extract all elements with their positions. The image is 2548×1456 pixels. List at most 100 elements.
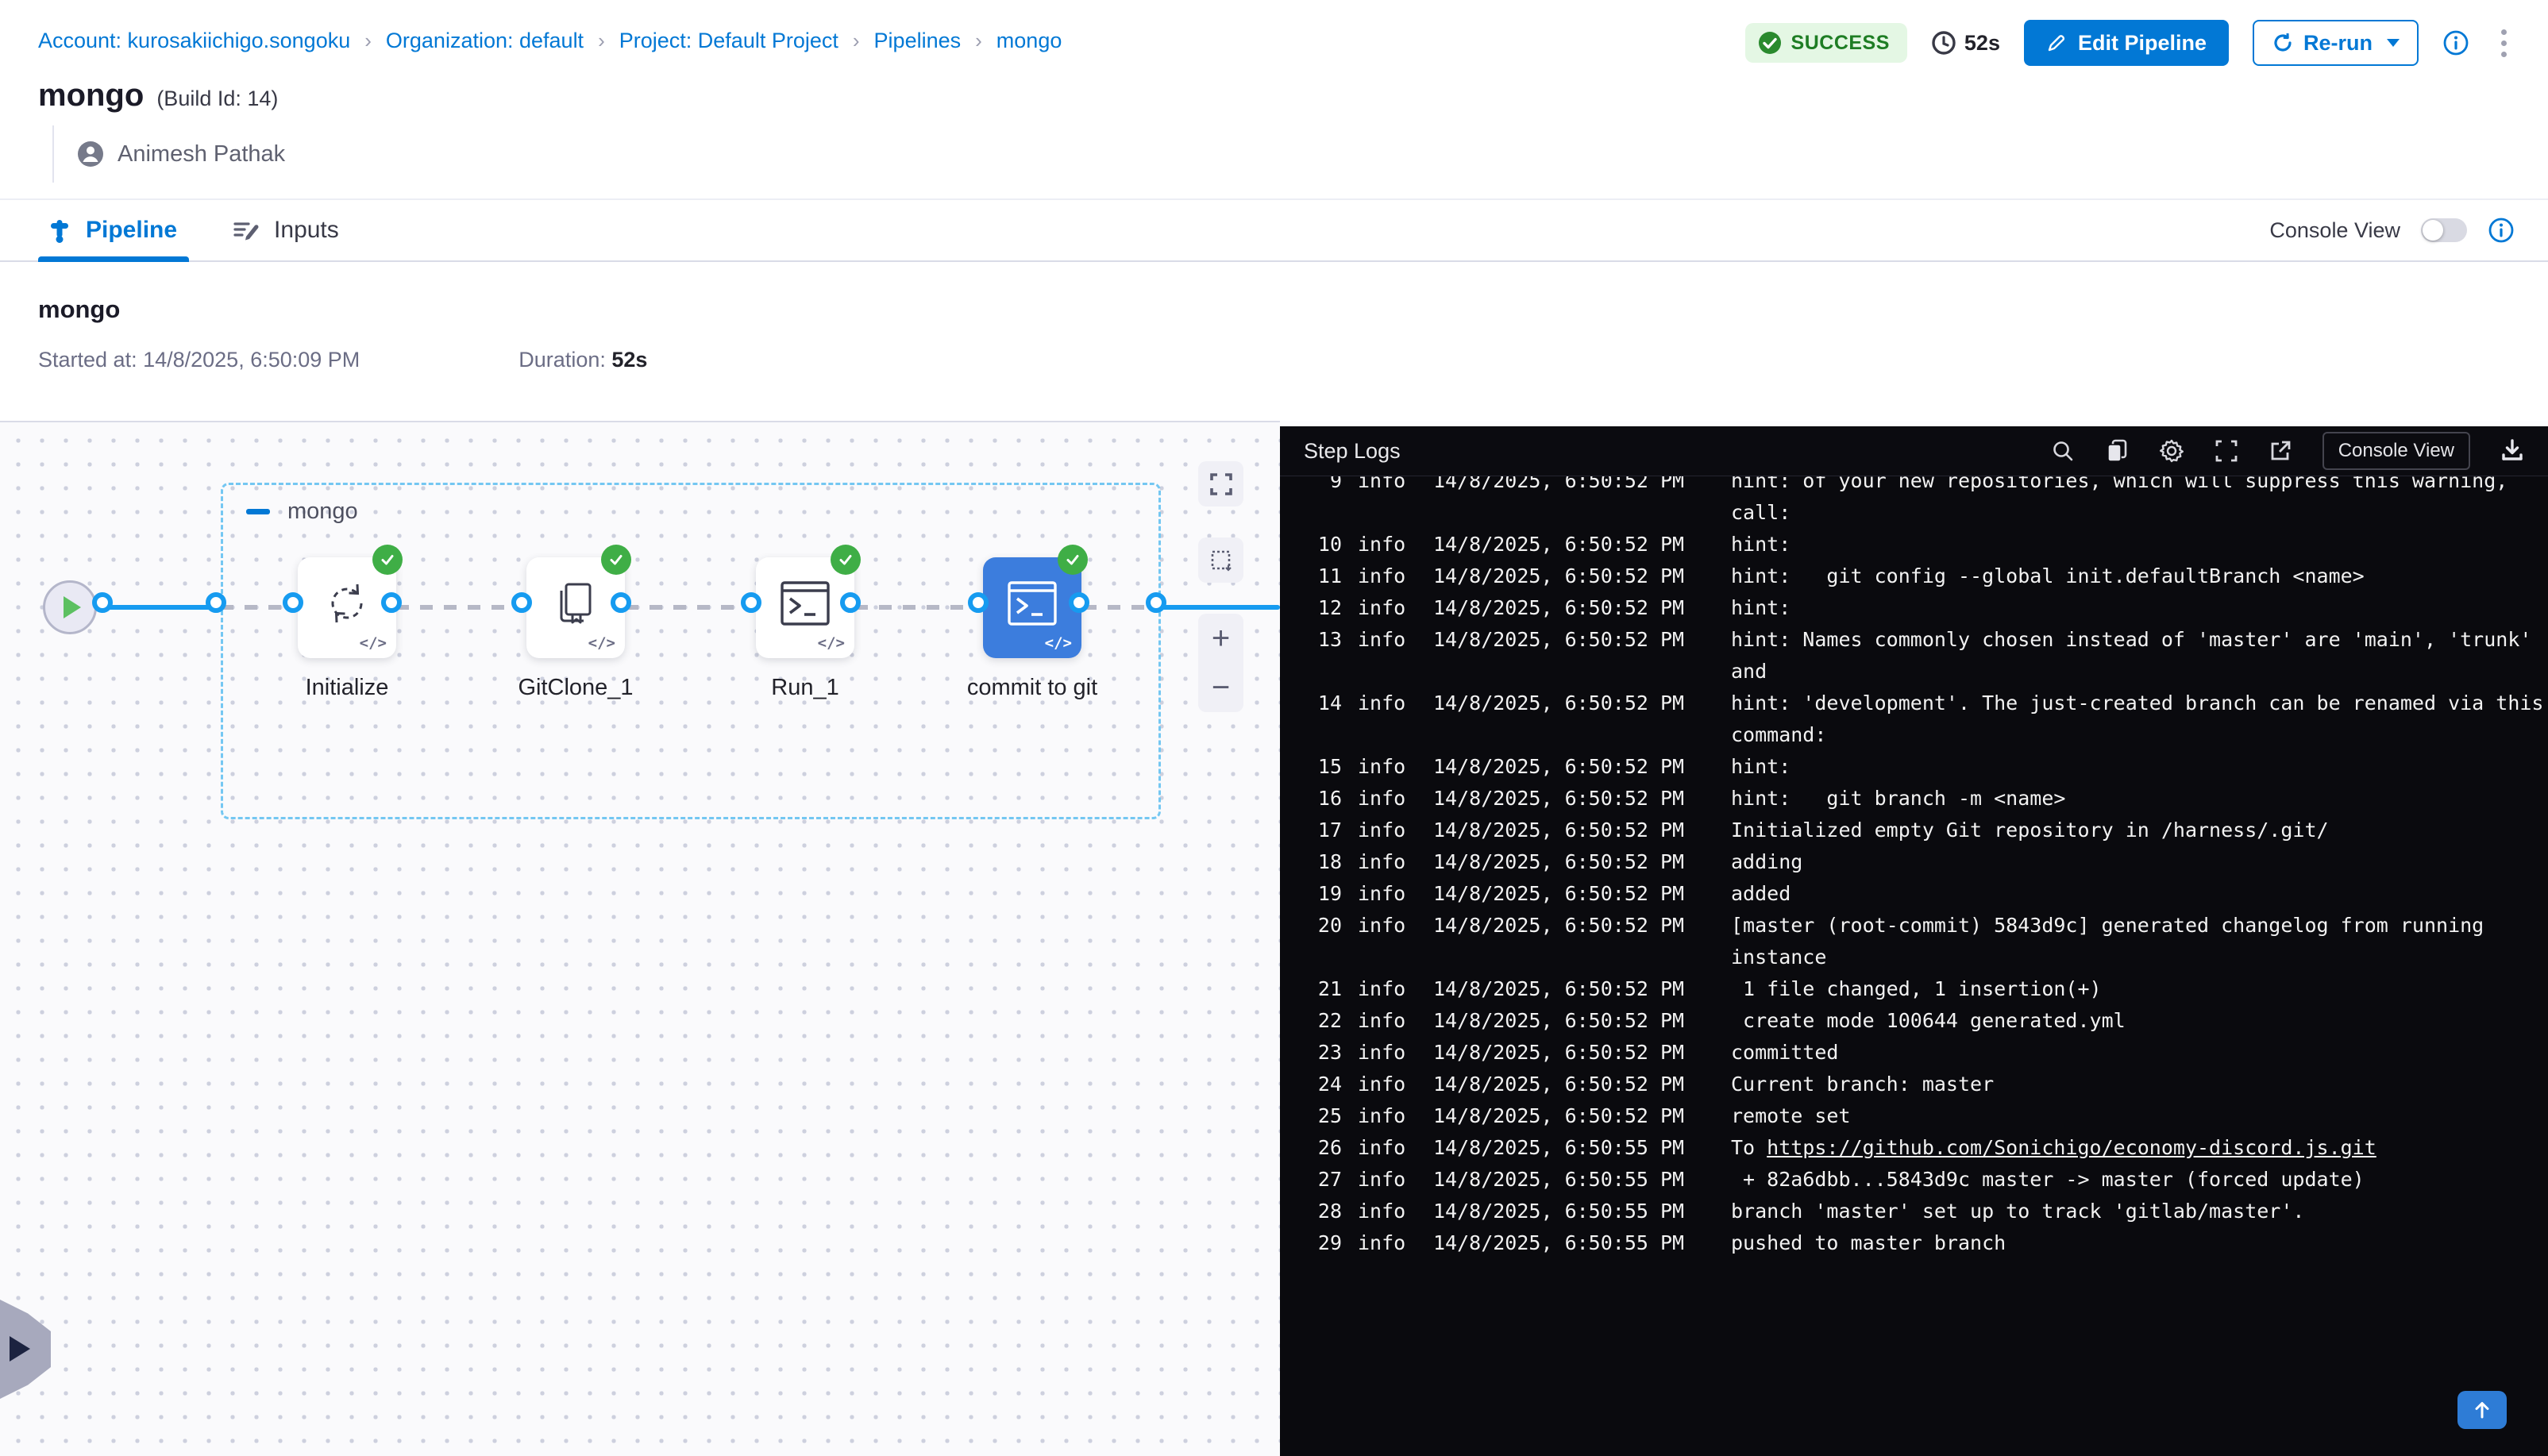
log-level: info <box>1358 973 1417 1005</box>
log-timestamp: 14/8/2025, 6:50:52 PM <box>1433 476 1695 497</box>
log-line-number: 26 <box>1302 1132 1342 1164</box>
step-node-commit-to-git[interactable]: </> <box>983 557 1081 658</box>
log-output[interactable]: 9info14/8/2025, 6:50:52 PMhint: of your … <box>1280 476 2548 1456</box>
log-line: 14info14/8/2025, 6:50:52 PMhint: 'develo… <box>1302 688 2540 751</box>
log-message: [master (root-commit) 5843d9c] generated… <box>1731 910 2484 973</box>
log-message: create mode 100644 generated.yml <box>1731 1005 2126 1037</box>
log-level: info <box>1358 815 1417 846</box>
log-level: info <box>1358 624 1417 656</box>
connector-port[interactable] <box>1069 592 1089 613</box>
log-line-number: 19 <box>1302 878 1342 910</box>
log-message: hint: Names commonly chosen instead of '… <box>1731 624 2531 688</box>
connector-port[interactable] <box>92 592 113 613</box>
copy-icon[interactable] <box>2105 438 2129 464</box>
edit-pipeline-button[interactable]: Edit Pipeline <box>2024 20 2229 66</box>
step-node-label: commit to git <box>929 675 1135 701</box>
user-avatar-icon <box>76 140 105 168</box>
connector-port[interactable] <box>741 592 761 613</box>
stage-label: mongo <box>246 499 358 525</box>
info-icon[interactable] <box>2442 29 2469 56</box>
breadcrumb-item[interactable]: mongo <box>996 29 1062 53</box>
success-check-icon <box>372 545 403 575</box>
pipeline-canvas[interactable]: mongo </>Initialize</>GitClone_1</>Run_1… <box>0 421 1280 1456</box>
code-glyph: </> <box>818 634 845 652</box>
breadcrumb-item[interactable]: Project: Default Project <box>619 29 838 53</box>
tab-pipeline[interactable]: Pipeline <box>48 217 177 244</box>
inputs-icon <box>233 218 260 242</box>
pipeline-start-node[interactable] <box>43 580 97 634</box>
breadcrumb-item[interactable]: Account: kurosakiichigo.songoku <box>38 29 350 53</box>
log-message: branch 'master' set up to track 'gitlab/… <box>1731 1196 2304 1227</box>
download-logs-icon[interactable] <box>2500 438 2524 464</box>
console-view-toggle[interactable] <box>2421 218 2467 242</box>
breadcrumb-item[interactable]: Organization: default <box>386 29 584 53</box>
log-message: hint: <box>1731 592 1791 624</box>
breadcrumb-item[interactable]: Pipelines <box>874 29 962 53</box>
collapse-stage-icon[interactable] <box>246 509 270 514</box>
active-tab-underline <box>38 256 189 262</box>
log-line: 13info14/8/2025, 6:50:52 PMhint: Names c… <box>1302 624 2540 688</box>
selection-mode-button[interactable] <box>1198 537 1243 583</box>
settings-gear-icon[interactable] <box>2159 438 2184 464</box>
expand-left-panel-handle[interactable] <box>0 1300 51 1399</box>
connector-port[interactable] <box>283 592 303 613</box>
log-line: 27info14/8/2025, 6:50:55 PM + 82a6dbb...… <box>1302 1164 2540 1196</box>
console-view-button[interactable]: Console View <box>2322 432 2470 470</box>
log-repo-link[interactable]: https://github.com/Sonichigo/economy-dis… <box>1767 1136 2376 1159</box>
log-line-number: 14 <box>1302 688 1342 719</box>
pipeline-icon <box>48 217 71 244</box>
zoom-out-button[interactable]: − <box>1212 676 1230 699</box>
log-line-number: 27 <box>1302 1164 1342 1196</box>
connector-port[interactable] <box>381 592 402 613</box>
fullscreen-icon[interactable] <box>2215 439 2238 463</box>
log-line-number: 12 <box>1302 592 1342 624</box>
log-level: info <box>1358 1069 1417 1100</box>
scroll-to-top-button[interactable] <box>2457 1391 2507 1429</box>
log-level: info <box>1358 1005 1417 1037</box>
more-options-menu[interactable] <box>2493 25 2515 62</box>
build-id: (Build Id: 14) <box>156 87 278 111</box>
log-line: 24info14/8/2025, 6:50:52 PMCurrent branc… <box>1302 1069 2540 1100</box>
log-message: remote set <box>1731 1100 1851 1132</box>
refresh-icon <box>2272 32 2294 54</box>
rerun-button[interactable]: Re-run <box>2253 20 2419 66</box>
zoom-controls: + − <box>1198 614 1243 712</box>
step-node-run_1[interactable]: </> <box>756 557 854 658</box>
log-level: info <box>1358 592 1417 624</box>
connector-port[interactable] <box>206 592 226 613</box>
tab-inputs[interactable]: Inputs <box>233 217 339 244</box>
edge-connector-dashed <box>626 605 756 610</box>
connector-port[interactable] <box>511 592 532 613</box>
title-row: mongo (Build Id: 14) <box>38 78 278 114</box>
log-line: 16info14/8/2025, 6:50:52 PMhint: git bra… <box>1302 783 2540 815</box>
zoom-in-button[interactable]: + <box>1212 626 1230 650</box>
log-line: 11info14/8/2025, 6:50:52 PMhint: git con… <box>1302 560 2540 592</box>
log-line-number: 18 <box>1302 846 1342 878</box>
connector-port[interactable] <box>1146 592 1166 613</box>
search-icon[interactable] <box>2051 439 2075 463</box>
log-message: hint: <box>1731 751 1791 783</box>
log-line-number: 20 <box>1302 910 1342 942</box>
step-node-initialize[interactable]: </> <box>298 557 396 658</box>
author-box: Animesh Pathak <box>52 125 285 183</box>
log-message: hint: git config --global init.defaultBr… <box>1731 560 2365 592</box>
fit-to-screen-button[interactable] <box>1198 461 1243 507</box>
terminal-icon <box>1006 580 1058 627</box>
log-message: hint: of your new repositories, which wi… <box>1731 476 2508 529</box>
stage-name: mongo <box>287 499 358 525</box>
log-line: 26info14/8/2025, 6:50:55 PMTo https://gi… <box>1302 1132 2540 1164</box>
open-in-new-icon[interactable] <box>2269 439 2292 463</box>
log-timestamp: 14/8/2025, 6:50:52 PM <box>1433 1037 1695 1069</box>
connector-port[interactable] <box>840 592 861 613</box>
log-message: added <box>1731 878 1791 910</box>
connector-port[interactable] <box>611 592 631 613</box>
step-node-gitclone_1[interactable]: </> <box>526 557 625 658</box>
log-level: info <box>1358 1037 1417 1069</box>
log-timestamp: 14/8/2025, 6:50:52 PM <box>1433 1005 1695 1037</box>
log-level: info <box>1358 910 1417 942</box>
connector-port[interactable] <box>968 592 989 613</box>
info-icon[interactable] <box>2488 217 2515 244</box>
log-line-number: 11 <box>1302 560 1342 592</box>
breadcrumb-separator: › <box>973 29 984 53</box>
log-timestamp: 14/8/2025, 6:50:55 PM <box>1433 1196 1695 1227</box>
